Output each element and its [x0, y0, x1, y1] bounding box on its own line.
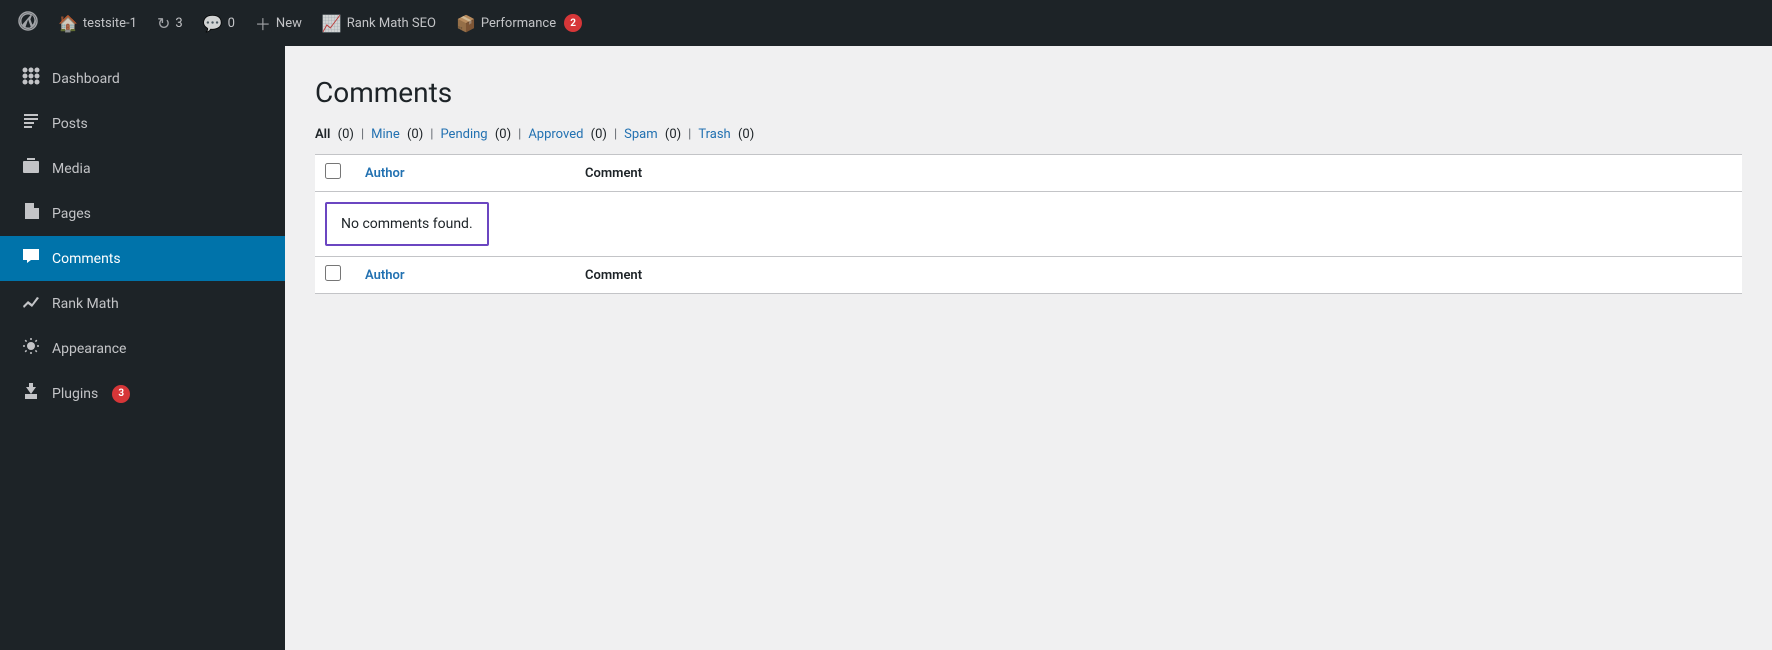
- select-all-checkbox[interactable]: [325, 163, 341, 179]
- filter-approved-count: (0): [587, 127, 607, 142]
- performance-label: Performance: [481, 16, 556, 31]
- site-name-item[interactable]: 🏠 testsite-1: [50, 0, 145, 46]
- appearance-icon: [20, 336, 42, 361]
- comments-table: Author Comment No comments found.: [315, 154, 1742, 294]
- performance-icon: 📦: [456, 14, 476, 33]
- rank-math-seo-item[interactable]: 📈 Rank Math SEO: [314, 0, 444, 46]
- new-content-item[interactable]: ＋ New: [247, 0, 310, 46]
- sidebar-item-media-label: Media: [52, 161, 91, 177]
- filter-pending[interactable]: Pending: [440, 127, 487, 142]
- plus-icon: ＋: [255, 11, 271, 35]
- dashboard-icon: [20, 66, 42, 91]
- filter-bar: All (0) | Mine (0) | Pending (0) | Appro…: [315, 127, 1742, 142]
- wordpress-icon: [18, 11, 38, 35]
- table-row-empty: No comments found.: [315, 192, 1742, 257]
- updates-item[interactable]: ↻ 3: [149, 0, 191, 46]
- site-name-label: testsite-1: [83, 16, 137, 31]
- admin-bar: 🏠 testsite-1 ↻ 3 💬 0 ＋ New 📈 Rank Math S…: [0, 0, 1772, 46]
- filter-sep-2: |: [430, 127, 433, 142]
- sidebar-item-media[interactable]: Media: [0, 146, 285, 191]
- performance-badge: 2: [564, 14, 582, 32]
- home-icon: 🏠: [58, 14, 78, 33]
- sidebar-item-dashboard[interactable]: Dashboard: [0, 56, 285, 101]
- plugins-icon: [20, 381, 42, 406]
- filter-spam-count: (0): [662, 127, 682, 142]
- sidebar-item-appearance[interactable]: Appearance: [0, 326, 285, 371]
- no-comments-text: No comments found.: [325, 202, 489, 246]
- performance-item[interactable]: 📦 Performance 2: [448, 0, 590, 46]
- table-header-row: Author Comment: [315, 155, 1742, 192]
- header-checkbox-col: [315, 155, 355, 192]
- header-author-col: Author: [355, 155, 575, 192]
- filter-trash[interactable]: Trash: [698, 127, 730, 142]
- filter-mine-count: (0): [404, 127, 424, 142]
- rank-math-icon: 📈: [322, 14, 342, 33]
- sidebar-item-plugins-label: Plugins: [52, 386, 98, 402]
- updates-count: 3: [175, 16, 182, 31]
- filter-sep-1: |: [361, 127, 364, 142]
- comment-icon: 💬: [203, 14, 223, 33]
- sidebar-item-pages[interactable]: Pages: [0, 191, 285, 236]
- header-comment-col: Comment: [575, 155, 1742, 192]
- sidebar-item-pages-label: Pages: [52, 206, 91, 222]
- page-title: Comments: [315, 76, 1742, 109]
- filter-trash-count: (0): [735, 127, 755, 142]
- select-all-footer-checkbox[interactable]: [325, 265, 341, 281]
- comments-bar-item[interactable]: 💬 0: [195, 0, 243, 46]
- footer-comment-col: Comment: [575, 257, 1742, 294]
- filter-mine[interactable]: Mine: [371, 127, 400, 142]
- posts-icon: [20, 111, 42, 136]
- sidebar-item-comments[interactable]: Comments: [0, 236, 285, 281]
- filter-spam[interactable]: Spam: [624, 127, 658, 142]
- sidebar-item-rank-math-label: Rank Math: [52, 296, 119, 312]
- footer-author-col: Author: [355, 257, 575, 294]
- filter-approved[interactable]: Approved: [528, 127, 583, 142]
- author-sort-link[interactable]: Author: [365, 166, 405, 181]
- sidebar-item-comments-label: Comments: [52, 251, 121, 267]
- footer-author-sort-link[interactable]: Author: [365, 268, 405, 283]
- sidebar: Dashboard Posts Media Pages Comments: [0, 46, 285, 650]
- filter-pending-count: (0): [492, 127, 512, 142]
- main-content-area: Comments All (0) | Mine (0) | Pending (0…: [285, 46, 1772, 650]
- sidebar-item-plugins[interactable]: Plugins 3: [0, 371, 285, 416]
- media-icon: [20, 156, 42, 181]
- plugins-badge: 3: [112, 385, 130, 403]
- sidebar-item-dashboard-label: Dashboard: [52, 71, 120, 87]
- main-layout: Dashboard Posts Media Pages Comments: [0, 46, 1772, 650]
- comments-icon: [20, 246, 42, 271]
- filter-sep-3: |: [518, 127, 521, 142]
- sidebar-item-rank-math[interactable]: Rank Math: [0, 281, 285, 326]
- filter-all[interactable]: All: [315, 127, 330, 142]
- footer-checkbox-col: [315, 257, 355, 294]
- filter-sep-4: |: [614, 127, 617, 142]
- sidebar-item-posts[interactable]: Posts: [0, 101, 285, 146]
- sidebar-item-appearance-label: Appearance: [52, 341, 126, 357]
- no-comments-cell: No comments found.: [315, 192, 1742, 257]
- comments-bar-count: 0: [228, 16, 235, 31]
- sidebar-item-posts-label: Posts: [52, 116, 88, 132]
- updates-icon: ↻: [157, 14, 170, 33]
- table-footer-row: Author Comment: [315, 257, 1742, 294]
- new-label: New: [276, 16, 302, 31]
- pages-icon: [20, 201, 42, 226]
- rank-math-seo-label: Rank Math SEO: [347, 16, 436, 31]
- rank-math-sidebar-icon: [20, 291, 42, 316]
- filter-all-count: (0): [334, 127, 354, 142]
- wp-logo-item[interactable]: [10, 0, 46, 46]
- filter-sep-5: |: [688, 127, 691, 142]
